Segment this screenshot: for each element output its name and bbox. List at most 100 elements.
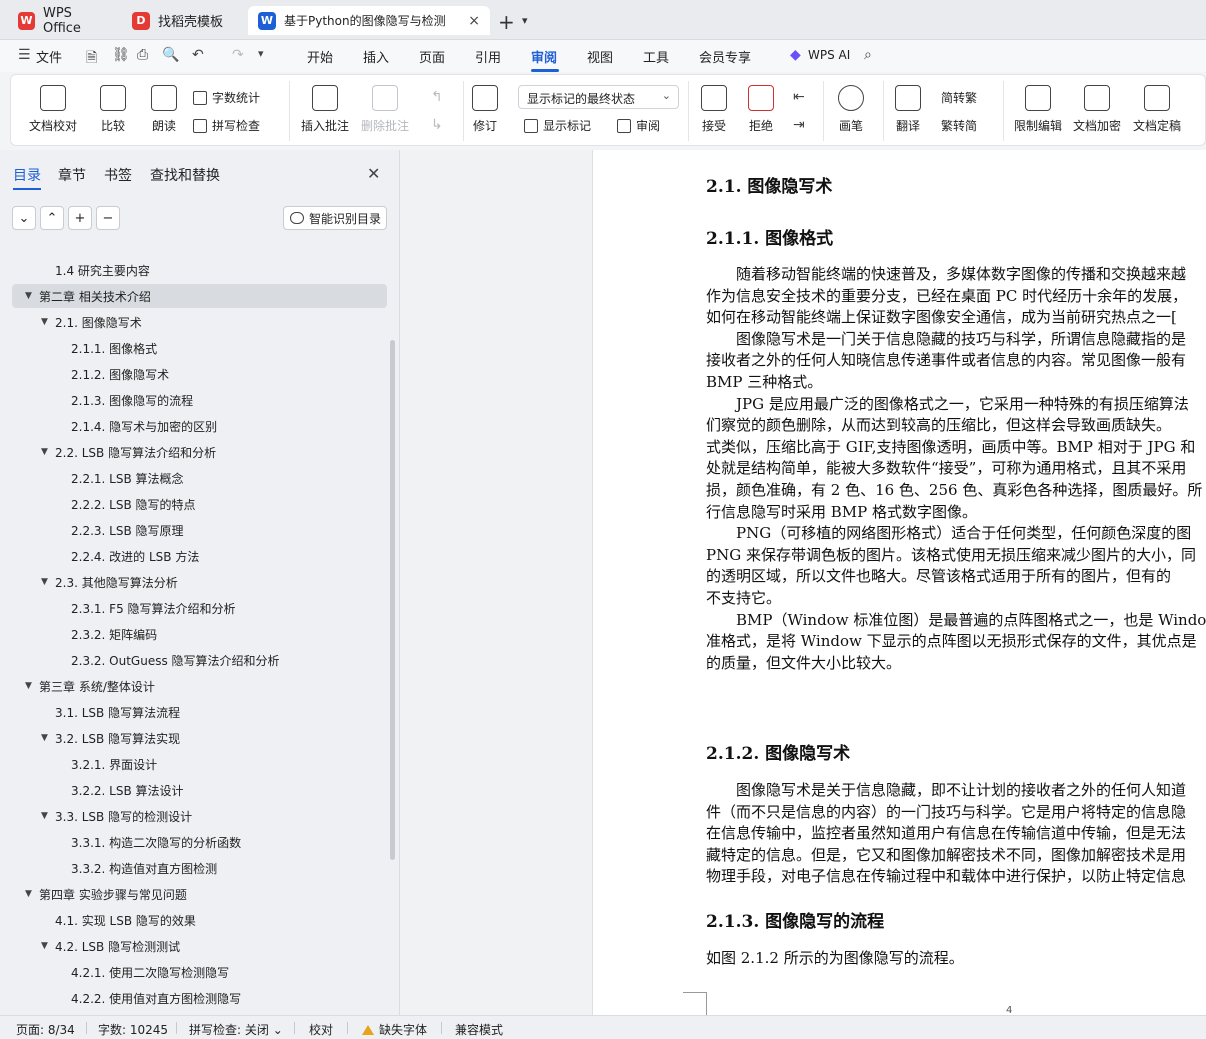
menu-wps-ai[interactable]: WPS AI	[808, 48, 850, 62]
expand-arrow-icon[interactable]: ▼	[41, 941, 48, 951]
toc-item[interactable]: 3.2.1. 界面设计	[12, 752, 387, 776]
nav-tab-find-replace[interactable]: 查找和替换	[150, 165, 220, 185]
toc-item[interactable]: ▼ 2.2. LSB 隐写算法介绍和分析	[12, 440, 387, 464]
toc-item[interactable]: ▼ 第二章 相关技术介绍	[12, 284, 387, 308]
toc-item[interactable]: 2.2.4. 改进的 LSB 方法	[12, 544, 387, 568]
toc-scrollbar[interactable]	[390, 340, 395, 860]
toc-item[interactable]: 2.1.4. 隐写术与加密的区别	[12, 414, 387, 438]
redo-icon[interactable]: ↷	[232, 47, 244, 63]
menu-file[interactable]: 文件	[36, 47, 62, 66]
chevron-down-icon[interactable]: ▾	[522, 14, 528, 27]
next-change-icon[interactable]: ⇥	[793, 117, 805, 133]
tab-docer[interactable]: D 找稻壳模板	[122, 6, 246, 35]
markup-state-select[interactable]: 显示标记的最终状态 ⌄	[518, 85, 679, 109]
menu-insert[interactable]: 插入	[363, 47, 389, 66]
read-aloud-button[interactable]: 朗读	[151, 85, 177, 134]
toc-item[interactable]: 3.3.2. 构造值对直方图检测	[12, 856, 387, 880]
prev-change-icon[interactable]: ⇤	[793, 89, 805, 105]
remove-heading-button[interactable]: −	[96, 206, 120, 230]
save-icon[interactable]: 🗎	[86, 47, 97, 71]
menu-review[interactable]: 审阅	[531, 47, 557, 66]
expand-arrow-icon[interactable]: ▼	[41, 577, 48, 587]
spell-check-button[interactable]: 拼写检查	[193, 117, 260, 134]
doc-check-button[interactable]: 文档校对	[29, 85, 77, 134]
toc-item[interactable]: 2.1.1. 图像格式	[12, 336, 387, 360]
expand-arrow-icon[interactable]: ▼	[41, 811, 48, 821]
toc-item[interactable]: ▼ 3.3. LSB 隐写的检测设计	[12, 804, 387, 828]
toc-item[interactable]: ▼ 3.2. LSB 隐写算法实现	[12, 726, 387, 750]
toc-item[interactable]: 2.1.3. 图像隐写的流程	[12, 388, 387, 412]
spell-check-status[interactable]: 拼写检查: 关闭 ⌄	[189, 1021, 283, 1038]
toc-item[interactable]: ▼ 2.3. 其他隐写算法分析	[12, 570, 387, 594]
toc-item[interactable]: ▼ 4.2. LSB 隐写检测测试	[12, 934, 387, 958]
expand-arrow-icon[interactable]: ▼	[41, 733, 48, 743]
smart-toc-button[interactable]: 智能识别目录	[283, 206, 387, 230]
document-canvas[interactable]: 2.1. 图像隐写术 2.1.1. 图像格式 随着移动智能终端的快速普及，多媒体…	[400, 150, 1206, 1015]
hamburger-icon[interactable]: ☰	[18, 47, 31, 63]
encrypt-button[interactable]: 文档加密	[1073, 85, 1121, 134]
toc-item[interactable]: 3.3.1. 构造二次隐写的分析函数	[12, 830, 387, 854]
toc-item[interactable]: 2.3.1. F5 隐写算法介绍和分析	[12, 596, 387, 620]
reject-button[interactable]: 拒绝	[748, 85, 774, 134]
nav-tab-bookmarks[interactable]: 书签	[104, 165, 132, 185]
toc-item[interactable]: 2.2.1. LSB 算法概念	[12, 466, 387, 490]
menu-references[interactable]: 引用	[475, 47, 501, 66]
chevron-down-icon[interactable]: ▾	[258, 47, 264, 60]
close-icon[interactable]: ×	[468, 13, 480, 29]
toc-item[interactable]: 4.1. 实现 LSB 隐写的效果	[12, 908, 387, 932]
menu-page[interactable]: 页面	[419, 47, 445, 66]
menu-home[interactable]: 开始	[307, 47, 333, 66]
expand-up-button[interactable]: ⌃	[40, 206, 64, 230]
pen-button[interactable]: 画笔	[838, 85, 864, 134]
expand-arrow-icon[interactable]: ▼	[25, 681, 32, 691]
menu-tools[interactable]: 工具	[643, 47, 669, 66]
compare-button[interactable]: 比较	[100, 85, 126, 134]
menu-view[interactable]: 视图	[587, 47, 613, 66]
link-icon[interactable]: ⛓	[112, 47, 130, 63]
toc-item[interactable]: 3.1. LSB 隐写算法流程	[12, 700, 387, 724]
undo-icon[interactable]: ↶	[192, 47, 204, 63]
add-heading-button[interactable]: +	[68, 206, 92, 230]
translate-button[interactable]: 翻译	[895, 85, 921, 134]
toc-item[interactable]: 2.3.2. OutGuess 隐写算法介绍和分析	[12, 648, 387, 672]
tab-current-document[interactable]: W 基于Python的图像隐写与检测 ×	[248, 6, 490, 35]
print-icon[interactable]: ⎙	[137, 47, 148, 63]
toc-item[interactable]: 4.2.1. 使用二次隐写检测隐写	[12, 960, 387, 984]
expand-arrow-icon[interactable]: ▼	[41, 317, 48, 327]
collapse-all-button[interactable]: ⌄	[12, 206, 36, 230]
print-preview-icon[interactable]: 🔍	[162, 47, 179, 63]
toc-item[interactable]: ▼ 第四章 实验步骤与常见问题	[12, 882, 387, 906]
next-comment-icon[interactable]: ↳	[431, 117, 443, 133]
toc-item[interactable]: 2.2.2. LSB 隐写的特点	[12, 492, 387, 516]
simplified-to-traditional-button[interactable]: 简转繁	[941, 89, 977, 106]
toc-item-partial[interactable]	[12, 236, 387, 256]
page-indicator[interactable]: 页面: 8/34	[16, 1021, 75, 1038]
missing-font-status[interactable]: 缺失字体	[362, 1021, 427, 1038]
prev-comment-icon[interactable]: ↰	[431, 89, 443, 105]
expand-arrow-icon[interactable]: ▼	[25, 889, 32, 899]
toc-item[interactable]: 2.2.3. LSB 隐写原理	[12, 518, 387, 542]
finalize-button[interactable]: 文档定稿	[1133, 85, 1181, 134]
expand-arrow-icon[interactable]: ▼	[25, 291, 32, 301]
tab-wps-office[interactable]: W WPS Office	[8, 6, 120, 36]
traditional-to-simplified-button[interactable]: 繁转简	[941, 117, 977, 134]
toc-item[interactable]: ▼ 第三章 系统/整体设计	[12, 674, 387, 698]
track-changes-button[interactable]: 修订	[472, 85, 498, 134]
word-count-button[interactable]: 字数统计	[193, 89, 260, 106]
nav-tab-sections[interactable]: 章节	[58, 165, 86, 185]
expand-arrow-icon[interactable]: ▼	[41, 447, 48, 457]
document-page[interactable]: 2.1. 图像隐写术 2.1.1. 图像格式 随着移动智能终端的快速普及，多媒体…	[592, 150, 1206, 1015]
toc-item[interactable]: 2.3.2. 矩阵编码	[12, 622, 387, 646]
show-markup-button[interactable]: 显示标记	[524, 117, 591, 134]
toc-item[interactable]: 2.1.2. 图像隐写术	[12, 362, 387, 386]
proofread-status[interactable]: 校对	[309, 1021, 333, 1038]
review-pane-button[interactable]: 审阅	[617, 117, 660, 134]
search-icon[interactable]: ⌕	[864, 47, 872, 63]
nav-tab-toc[interactable]: 目录	[13, 165, 41, 185]
restrict-edit-button[interactable]: 限制编辑	[1014, 85, 1062, 134]
delete-comment-button[interactable]: 删除批注	[361, 85, 409, 134]
toc-item[interactable]: 3.2.2. LSB 算法设计	[12, 778, 387, 802]
insert-comment-button[interactable]: 插入批注	[301, 85, 349, 134]
toc-item[interactable]: 1.4 研究主要内容	[12, 258, 387, 282]
close-icon[interactable]: ✕	[367, 164, 380, 183]
